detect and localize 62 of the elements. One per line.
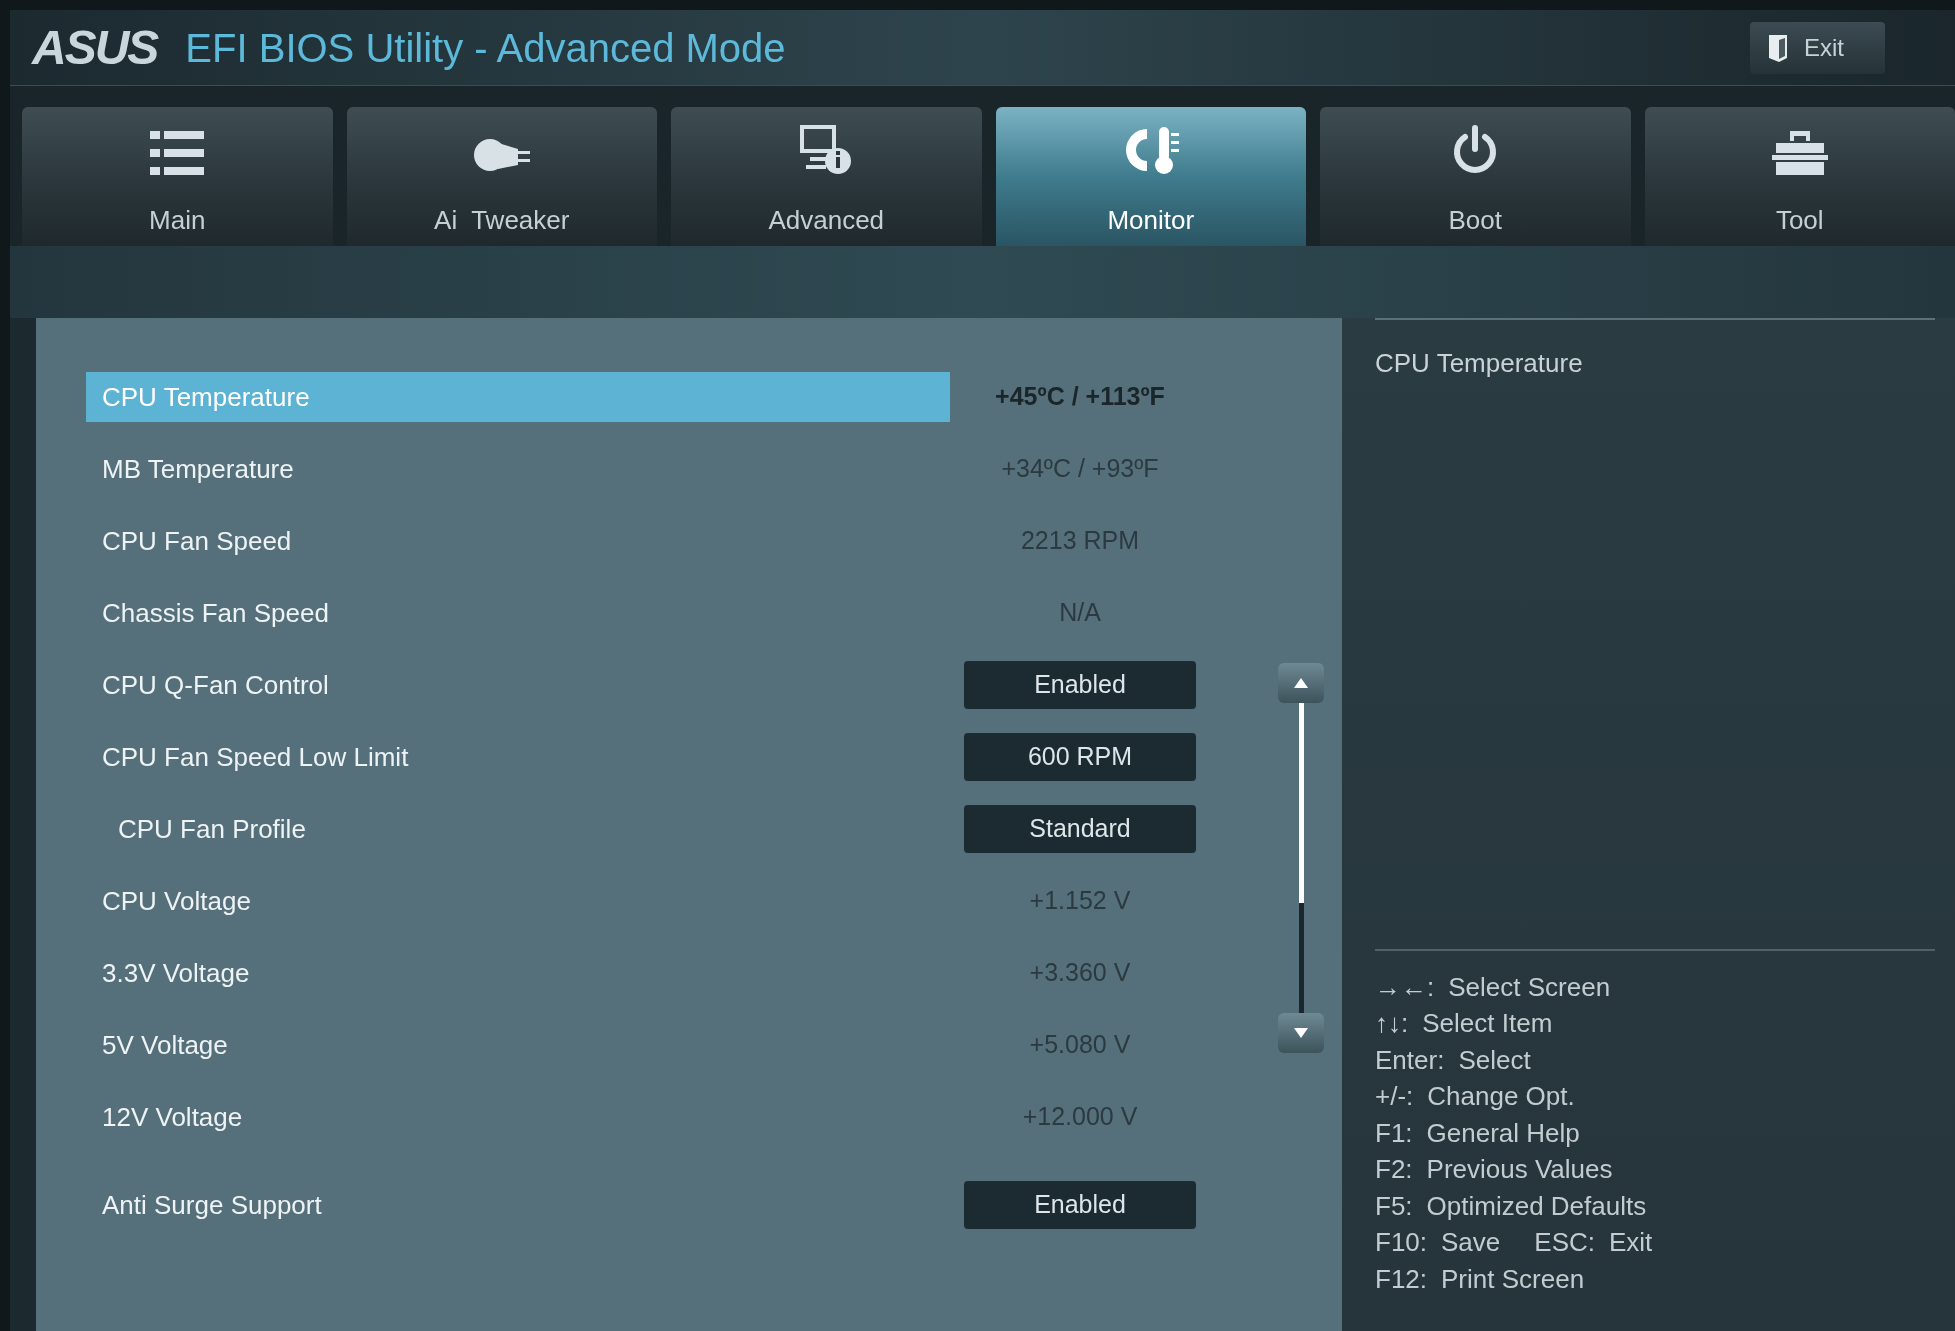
key-label: F10: [1375,1226,1428,1260]
reading-value: +3.360 V [1028,957,1132,989]
option-dropdown[interactable]: Standard [964,805,1196,853]
tab[interactable]: Boot [1320,107,1631,246]
key-label: +/-: [1375,1080,1414,1114]
key-label: F5: [1375,1189,1413,1223]
key-label: F2: [1375,1153,1413,1187]
down-triangle-icon [1294,1028,1308,1038]
setting-row[interactable]: CPU Fan Speed [86,516,950,566]
key-action: Print Screen [1441,1262,1585,1296]
key-action: Exit [1609,1226,1653,1260]
key-action: General Help [1426,1116,1580,1150]
setting-row[interactable]: CPU Temperature [86,372,950,422]
key-label: F12: [1375,1262,1428,1296]
option-dropdown[interactable]: 600 RPM [964,733,1196,781]
setting-row[interactable]: Anti Surge Support [86,1180,950,1230]
toolbox-icon [1771,131,1828,175]
exit-button[interactable]: Exit [1750,21,1885,74]
setting-row[interactable]: MB Temperature [86,444,950,494]
tab[interactable]: Ai Tweaker [346,107,657,246]
reading-value: 2213 RPM [1019,525,1141,557]
setting-row[interactable]: 3.3V Voltage [86,948,950,998]
window-title: EFI BIOS Utility - Advanced Mode [185,24,786,72]
key-action: Select [1458,1043,1531,1077]
tab[interactable]: Main [22,107,333,246]
reading-value: +5.080 V [1028,1029,1132,1061]
key-label: →←: [1375,970,1435,1004]
option-dropdown[interactable]: Enabled [964,661,1196,709]
setting-row[interactable]: 5V Voltage [86,1020,950,1070]
scroll-down-button[interactable] [1278,1013,1324,1053]
key-action: Previous Values [1426,1153,1613,1187]
key-label: F1: [1375,1116,1413,1150]
setting-row[interactable]: Chassis Fan Speed [86,588,950,638]
setting-row[interactable]: CPU Fan Profile [86,804,950,854]
reading-value: N/A [1058,597,1102,629]
help-description: CPU Temperature [1375,347,1584,380]
up-triangle-icon [1294,678,1308,688]
key-action: Save [1441,1226,1501,1260]
setting-row[interactable]: CPU Q-Fan Control [86,660,950,710]
reading-value: +34ºC / +93ºF [1000,453,1160,485]
tab[interactable]: Tool [1644,107,1955,246]
logo: ASUS [32,19,158,76]
key-action: Select Screen [1448,970,1611,1004]
key-label: ESC: [1534,1226,1595,1260]
option-dropdown[interactable]: Enabled [964,1181,1196,1229]
tab[interactable]: Advanced [671,107,982,246]
setting-row[interactable]: CPU Fan Speed Low Limit [86,732,950,782]
scroll-up-button[interactable] [1278,663,1324,703]
scrollbar-thumb[interactable] [1298,703,1304,903]
reading-value: +45ºC / +113ºF [994,381,1166,413]
key-label: Enter: [1375,1043,1445,1077]
setting-row[interactable]: 12V Voltage [86,1092,950,1142]
key-label: ↑↓: [1375,1007,1409,1041]
key-action: Select Item [1422,1007,1553,1041]
monitor-info-icon [800,125,853,175]
setting-row[interactable]: CPU Voltage [86,876,950,926]
key-action: Optimized Defaults [1426,1189,1647,1223]
tab[interactable]: Monitor [995,107,1306,246]
key-action: Change Opt. [1427,1080,1575,1114]
list-icon [150,131,205,175]
reading-value: +12.000 V [1021,1101,1139,1133]
reading-value: +1.152 V [1028,885,1132,917]
